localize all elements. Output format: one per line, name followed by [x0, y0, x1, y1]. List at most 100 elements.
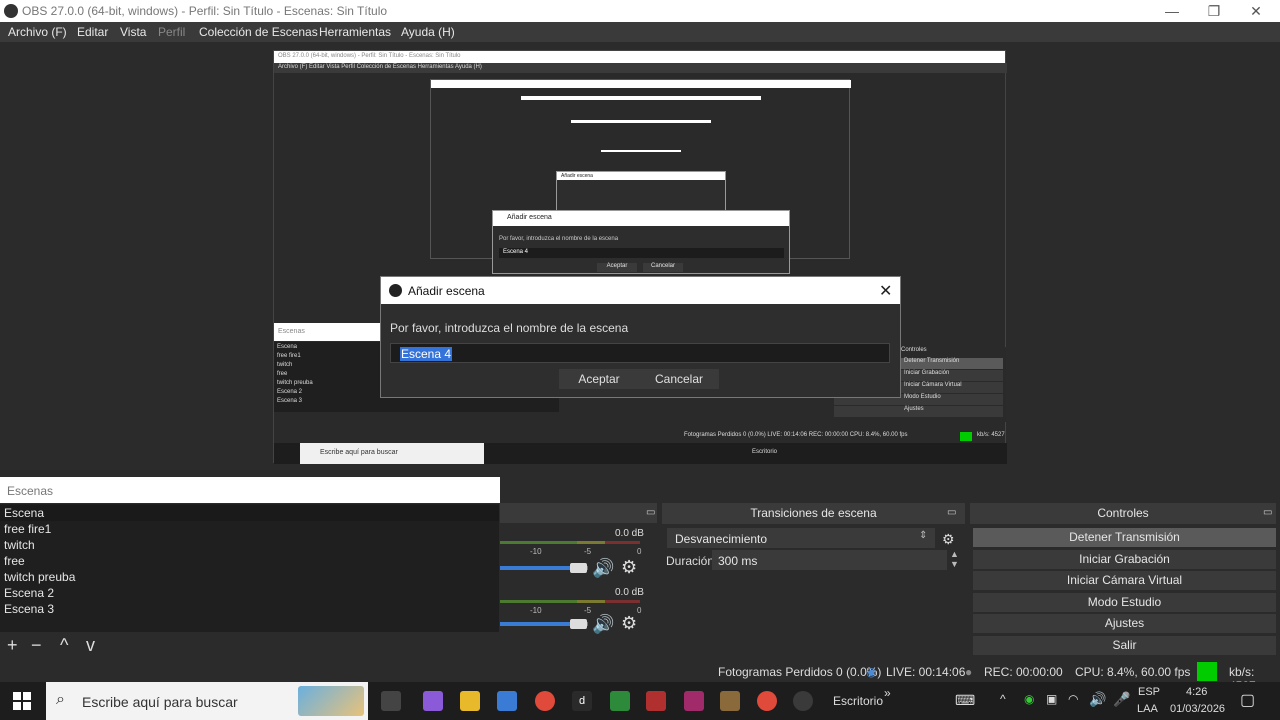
language-line1[interactable]: ESP: [1138, 686, 1160, 698]
keyboard-icon[interactable]: ⌨: [955, 692, 975, 709]
scene-item[interactable]: Escena: [0, 505, 499, 521]
obs-icon[interactable]: [793, 691, 813, 711]
copilot-icon[interactable]: [423, 691, 443, 711]
network-icon[interactable]: ◠: [1068, 692, 1078, 706]
volume-meter: [500, 600, 640, 603]
restore-button[interactable]: ❐: [1194, 2, 1234, 20]
tray-icon[interactable]: ▣: [1046, 692, 1057, 706]
clock-date[interactable]: 01/03/2026: [1170, 703, 1225, 715]
undock-icon[interactable]: ▭: [646, 507, 655, 518]
scenes-header: Escenas: [0, 477, 500, 503]
store-icon[interactable]: [497, 691, 517, 711]
title-bar: OBS 27.0.0 (64-bit, windows) - Perfil: S…: [0, 0, 1280, 22]
scene-name-input[interactable]: Escena 4: [390, 343, 890, 363]
menu-archivo[interactable]: Archivo (F): [8, 25, 67, 39]
duration-label: Duración: [666, 554, 715, 568]
nested-dialog-input: Escena 4: [499, 248, 784, 258]
dialog-close-button[interactable]: ✕: [879, 281, 892, 301]
scene-item[interactable]: twitch preuba: [0, 569, 499, 585]
nested-scenes-header: Escenas: [274, 323, 382, 341]
search-highlight-image: [298, 686, 364, 716]
studio-mode-button[interactable]: Modo Estudio: [973, 593, 1276, 612]
microphone-icon[interactable]: 🎤: [1113, 691, 1130, 708]
menu-coleccion-escenas[interactable]: Colección de Escenas: [199, 25, 318, 39]
meter-tick: -10: [530, 606, 542, 615]
nested-dialog-title: Añadir escena: [493, 211, 789, 226]
menu-herramientas[interactable]: Herramientas: [319, 25, 391, 39]
accept-button[interactable]: Aceptar: [559, 369, 639, 389]
language-line2[interactable]: LAA: [1137, 703, 1158, 715]
menu-ayuda[interactable]: Ayuda (H): [401, 25, 455, 39]
volume-slider-handle[interactable]: [570, 563, 587, 573]
volume-icon[interactable]: 🔊: [1089, 691, 1106, 708]
file-explorer-icon[interactable]: [460, 691, 480, 711]
chrome-icon[interactable]: [757, 691, 777, 711]
undock-icon[interactable]: ▭: [1263, 507, 1272, 518]
gear-icon[interactable]: ⚙: [621, 613, 637, 634]
scene-item[interactable]: free fire1: [0, 521, 499, 537]
minecraft-icon[interactable]: [720, 691, 740, 711]
scene-item[interactable]: twitch: [0, 537, 499, 553]
transition-select[interactable]: Desvanecimiento: [667, 528, 935, 548]
menu-perfil[interactable]: Perfil: [158, 25, 185, 39]
live-time: LIVE: 00:14:06: [886, 665, 966, 679]
toolbar-expand-icon[interactable]: »: [884, 686, 891, 700]
nvidia-icon[interactable]: [610, 691, 630, 711]
close-button[interactable]: ✕: [1236, 2, 1276, 20]
nested-dialog: Añadir escena Por favor, introduzca el n…: [492, 210, 790, 274]
stop-streaming-button[interactable]: Detener Transmisión: [973, 528, 1276, 547]
gear-icon[interactable]: ⚙: [942, 531, 955, 548]
start-recording-button[interactable]: Iniciar Grabación: [973, 550, 1276, 569]
desktop-toolbar[interactable]: Escritorio: [833, 694, 883, 708]
speaker-icon[interactable]: 🔊: [592, 558, 614, 579]
davinci-icon[interactable]: d: [572, 691, 592, 711]
taskbar-search[interactable]: ⌕ Escribe aquí para buscar: [46, 682, 368, 720]
duration-input[interactable]: 300 ms: [712, 550, 947, 570]
meter-tick: -5: [584, 547, 592, 556]
volume-slider-handle[interactable]: [570, 619, 587, 629]
scene-item[interactable]: Escena 3: [0, 601, 499, 617]
mixer-db: 0.0 dB: [615, 587, 644, 598]
tray-nvidia-icon[interactable]: ◉: [1024, 692, 1034, 706]
start-virtual-camera-button[interactable]: Iniciar Cámara Virtual: [973, 571, 1276, 590]
nested-capture-5-title-bar: [601, 150, 681, 152]
cancel-button[interactable]: Cancelar: [639, 369, 719, 389]
scene-item[interactable]: Escena 2: [0, 585, 499, 601]
exit-button[interactable]: Salir: [973, 636, 1276, 655]
move-scene-down-button[interactable]: v: [86, 635, 95, 656]
meter-tick: -5: [584, 606, 592, 615]
add-scene-button[interactable]: +: [7, 635, 18, 656]
preview-canvas[interactable]: OBS 27.0.0 (64-bit, windows) - Perfil: S…: [0, 42, 1280, 475]
gear-icon[interactable]: ⚙: [621, 557, 637, 578]
move-scene-up-button[interactable]: ^: [60, 635, 68, 656]
audio-mixer: ▭ 0.0 dB -10 -5 0 🔊 ⚙ 0.0 dB -10 -5 0 🔊 …: [500, 503, 657, 658]
duration-stepper[interactable]: ▲ ▼: [950, 549, 959, 569]
chevron-updown-icon: ⇕: [919, 530, 928, 541]
minimize-button[interactable]: —: [1152, 2, 1192, 20]
dialog-prompt: Por favor, introduzca el nombre de la es…: [390, 321, 629, 335]
nested-capture-3-title-bar: [521, 96, 761, 100]
winrar-icon[interactable]: [646, 691, 666, 711]
clock-time[interactable]: 4:26: [1186, 686, 1207, 698]
nested-capture-2-title-bar: [431, 80, 851, 88]
rec-icon: ●: [965, 665, 973, 679]
nested-scene-item: Escena 3: [277, 398, 303, 404]
remove-scene-button[interactable]: −: [31, 635, 42, 656]
notifications-icon[interactable]: ▢: [1240, 690, 1255, 710]
nested-capture: OBS 27.0.0 (64-bit, windows) - Perfil: S…: [273, 50, 1007, 464]
menu-vista[interactable]: Vista: [120, 25, 146, 39]
scene-name-value: Escena 4: [400, 347, 453, 361]
nested-desktop: Escritorio: [752, 449, 778, 455]
meter-tick: 0: [637, 547, 642, 556]
chrome-icon[interactable]: [535, 691, 555, 711]
scene-item[interactable]: free: [0, 553, 499, 569]
undock-icon[interactable]: ▭: [947, 507, 956, 518]
windows-start-icon[interactable]: [13, 692, 31, 710]
cpu-usage: CPU: 8.4%, 60.00 fps: [1075, 665, 1191, 679]
app-icon[interactable]: [684, 691, 704, 711]
task-view-icon[interactable]: [381, 691, 401, 711]
menu-editar[interactable]: Editar: [77, 25, 108, 39]
tray-expand-icon[interactable]: ^: [1000, 692, 1006, 706]
speaker-icon[interactable]: 🔊: [592, 614, 614, 635]
settings-button[interactable]: Ajustes: [973, 614, 1276, 633]
